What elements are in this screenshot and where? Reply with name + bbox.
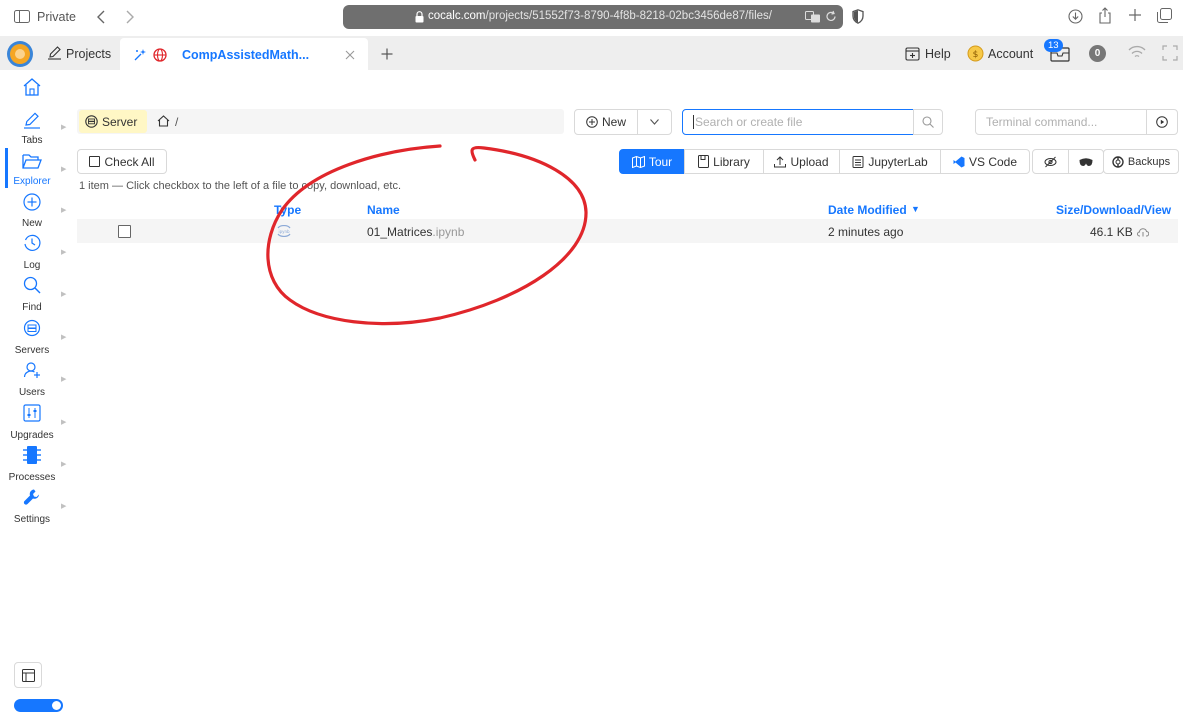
red-annotation-circle (266, 144, 588, 326)
